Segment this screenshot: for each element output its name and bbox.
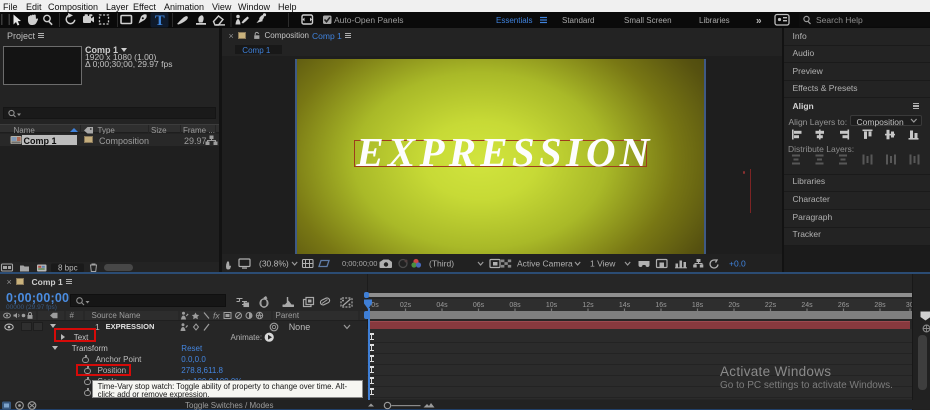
svg-text:14s: 14s <box>618 302 630 309</box>
svg-text:+0.0: +0.0 <box>729 259 746 269</box>
svg-text:06s: 06s <box>472 302 484 309</box>
svg-text:fx: fx <box>213 311 220 320</box>
svg-text:Parent: Parent <box>276 311 300 320</box>
svg-text:1 View: 1 View <box>590 259 616 269</box>
svg-text:02s: 02s <box>399 302 411 309</box>
svg-text:Standard: Standard <box>562 16 594 25</box>
svg-text:16s: 16s <box>655 302 667 309</box>
svg-text:26s: 26s <box>837 302 849 309</box>
svg-text:8 bpc: 8 bpc <box>58 263 78 272</box>
svg-text:24s: 24s <box>801 302 813 309</box>
svg-text:18s: 18s <box>691 302 703 309</box>
svg-text:Libraries: Libraries <box>699 16 730 25</box>
svg-text:22s: 22s <box>764 302 776 309</box>
svg-text:Active Camera: Active Camera <box>517 259 573 269</box>
svg-text:04s: 04s <box>436 302 448 309</box>
svg-text:Small Screen: Small Screen <box>624 16 672 25</box>
svg-text:Search Help: Search Help <box>816 15 863 25</box>
svg-text:20s: 20s <box>728 302 740 309</box>
svg-text:Toggle Switches / Modes: Toggle Switches / Modes <box>185 401 274 410</box>
svg-text:»: » <box>756 15 762 26</box>
svg-text:#: # <box>70 311 75 320</box>
svg-text:10s: 10s <box>545 302 557 309</box>
svg-text:(30.8%): (30.8%) <box>259 259 289 269</box>
svg-text:28s: 28s <box>874 302 886 309</box>
svg-text:Source Name: Source Name <box>92 311 141 320</box>
svg-text:0;00;00;00: 0;00;00;00 <box>342 259 377 268</box>
svg-text:08s: 08s <box>509 302 521 309</box>
svg-text:12s: 12s <box>582 302 594 309</box>
svg-text:T: T <box>155 13 165 28</box>
svg-text:Auto-Open Panels: Auto-Open Panels <box>334 15 403 25</box>
svg-text:(Third): (Third) <box>429 259 454 269</box>
svg-text:Essentials: Essentials <box>496 16 532 25</box>
